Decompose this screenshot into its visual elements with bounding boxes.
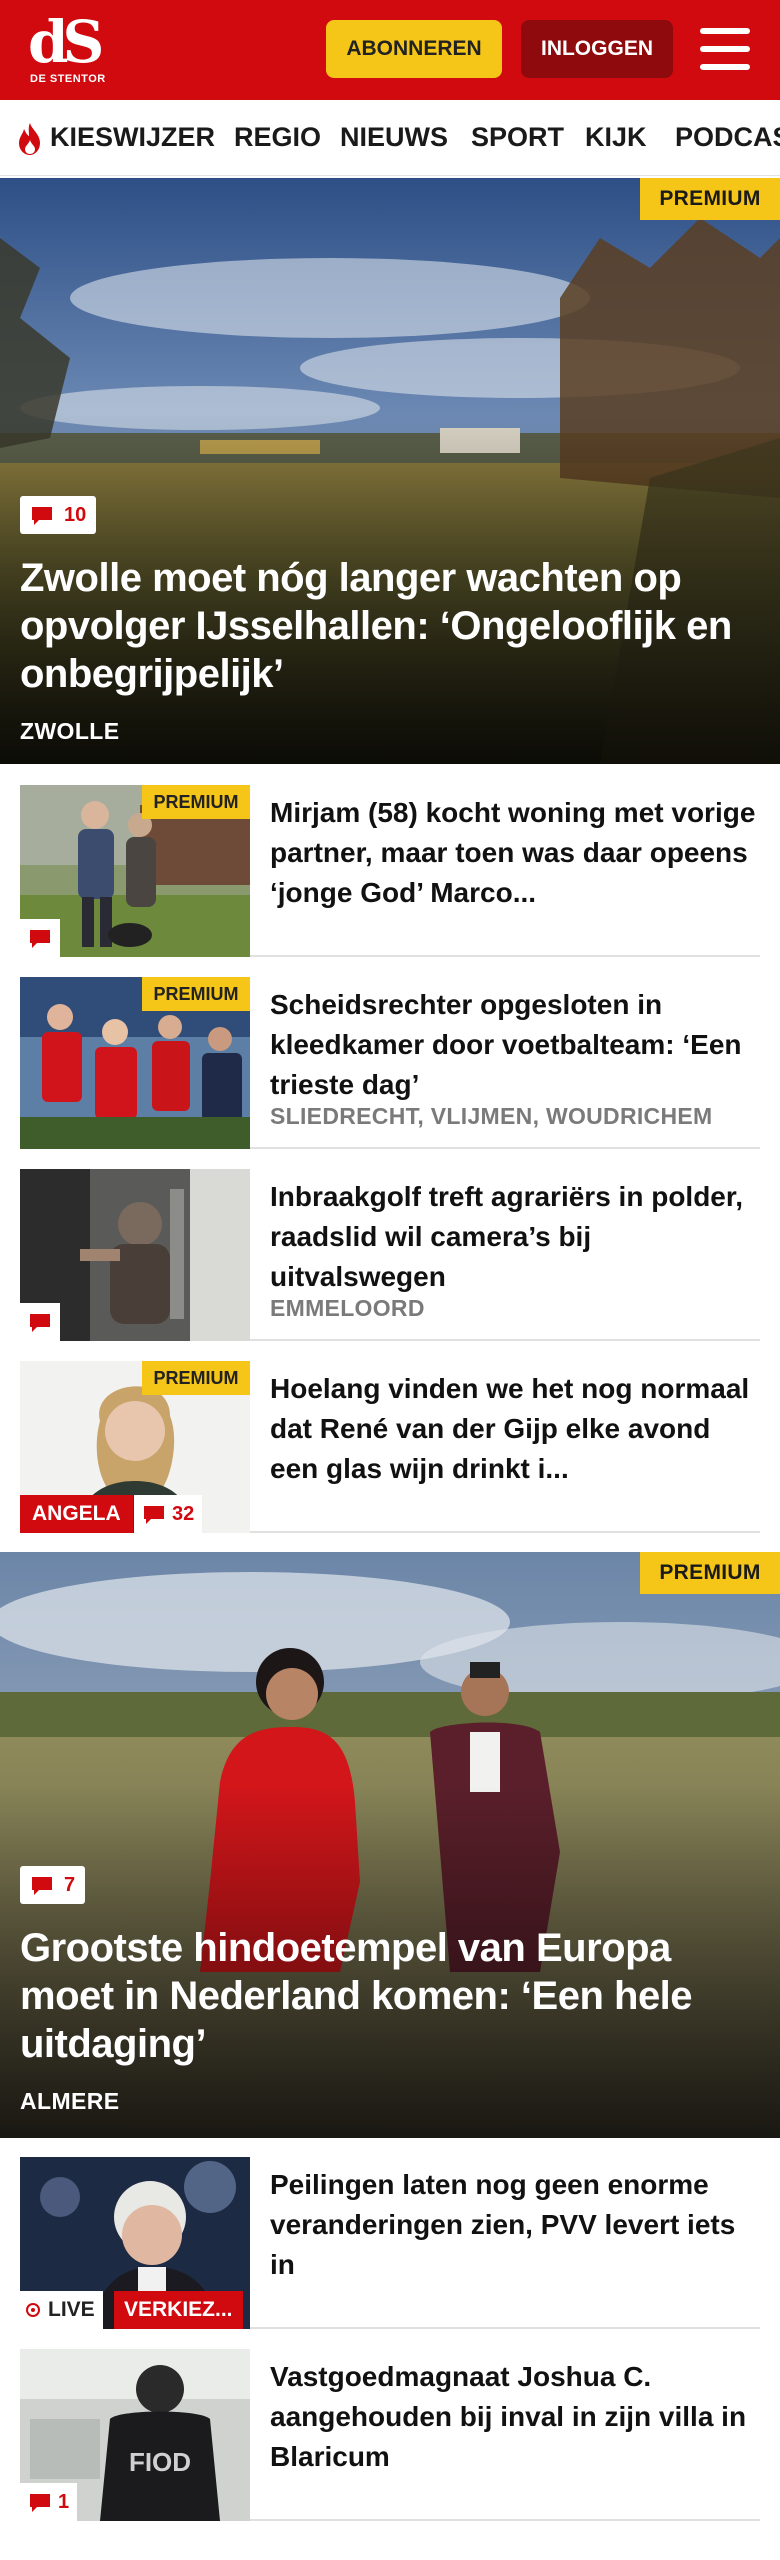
nav-item-sport[interactable]: SPORT: [471, 122, 564, 153]
live-dot-icon: [26, 2303, 40, 2317]
main-navigation: KIESWIJZER REGIO NIEUWS SPORT KIJK PODCA…: [0, 100, 780, 176]
hero-location: ALMERE: [20, 2088, 120, 2114]
top-header: dS DE STENTOR ABONNEREN INLOGGEN: [0, 0, 780, 100]
thumbnail-image-text: FIOD: [129, 2447, 191, 2477]
premium-badge: PREMIUM: [142, 1361, 250, 1395]
article-location: SLIEDRECHT, VLIJMEN, WOUDRICHEM: [270, 1103, 713, 1129]
comment-icon: [30, 505, 54, 525]
premium-badge: PREMIUM: [142, 977, 250, 1011]
comment-count: 7: [64, 1873, 76, 1896]
author-label: ANGELA: [20, 1495, 133, 1533]
hero-title[interactable]: Zwolle moet nóg langer wachten op opvolg…: [20, 554, 750, 698]
comment-count-badge[interactable]: 1: [20, 2483, 78, 2521]
list-item[interactable]: Inbraakgolf treft agrariërs in polder, r…: [20, 1169, 760, 1341]
live-badge: LIVE: [20, 2291, 103, 2329]
comment-count: 10: [64, 503, 87, 526]
article-title[interactable]: Peilingen laten nog geen enorme verander…: [270, 2165, 760, 2285]
nav-item-kieswijzer[interactable]: KIESWIJZER: [50, 122, 215, 153]
comment-count-badge[interactable]: [20, 1303, 60, 1341]
comment-count-badge[interactable]: 7: [20, 1866, 86, 1904]
hero-article-zwolle[interactable]: PREMIUM 10 Zwolle moet nóg langer wachte…: [0, 178, 780, 764]
article-title[interactable]: Inbraakgolf treft agrariërs in polder, r…: [270, 1177, 760, 1297]
premium-badge: PREMIUM: [142, 785, 250, 819]
article-thumbnail: PREMIUM: [20, 785, 250, 957]
comment-icon: [28, 1312, 52, 1332]
comment-icon: [28, 928, 52, 948]
live-label: LIVE: [48, 2298, 95, 2321]
hero-location: ZWOLLE: [20, 718, 120, 744]
article-thumbnail: FIOD 1: [20, 2349, 250, 2521]
nav-item-regio[interactable]: REGIO: [234, 122, 321, 153]
article-thumbnail: LIVE VERKIEZ...: [20, 2157, 250, 2329]
article-thumbnail: PREMIUM ANGELA 32: [20, 1361, 250, 1533]
section-label: VERKIEZ...: [114, 2291, 243, 2329]
hamburger-menu-icon[interactable]: [700, 26, 750, 72]
nav-item-kijk[interactable]: KIJK: [585, 122, 647, 153]
nav-item-nieuws[interactable]: NIEUWS: [340, 122, 448, 153]
comment-icon: [30, 1875, 54, 1895]
flame-icon: [19, 123, 40, 155]
comment-count: 1: [58, 2490, 70, 2513]
article-title[interactable]: Mirjam (58) kocht woning met vorige part…: [270, 793, 760, 913]
comment-count: 32: [172, 1502, 195, 1525]
list-item[interactable]: PREMIUM ANGELA 32 Hoelang vinden we het …: [20, 1361, 760, 1533]
logo-text: dS: [28, 8, 104, 76]
list-item[interactable]: PREMIUM Scheidsrechter opgesloten in kle…: [20, 977, 760, 1149]
nav-item-podcast[interactable]: PODCAS: [675, 122, 780, 153]
article-thumbnail: [20, 1169, 250, 1341]
comment-count-badge[interactable]: 10: [20, 496, 97, 534]
article-title[interactable]: Vastgoedmagnaat Joshua C. aangehouden bi…: [270, 2357, 760, 2477]
comment-count-badge[interactable]: [20, 919, 60, 957]
article-thumbnail: PREMIUM: [20, 977, 250, 1149]
subscribe-button[interactable]: ABONNEREN: [326, 20, 502, 78]
comment-icon: [28, 2492, 52, 2512]
site-logo[interactable]: dS DE STENTOR: [20, 12, 140, 88]
logo-subtitle: DE STENTOR: [30, 73, 106, 85]
article-location: EMMELOORD: [270, 1295, 425, 1321]
login-button[interactable]: INLOGGEN: [521, 20, 673, 78]
premium-badge: PREMIUM: [640, 1552, 780, 1594]
hero-title[interactable]: Grootste hindoetempel van Europa moet in…: [20, 1924, 750, 2068]
comment-icon: [142, 1504, 166, 1524]
comment-count-badge[interactable]: 32: [134, 1495, 203, 1533]
hero-article-almere[interactable]: PREMIUM 7 Grootste hindoetempel van Euro…: [0, 1552, 780, 2138]
list-item[interactable]: PREMIUM Mirjam (58) kocht woning met vor…: [20, 785, 760, 957]
list-item[interactable]: LIVE VERKIEZ... Peilingen laten nog geen…: [20, 2157, 760, 2329]
premium-badge: PREMIUM: [640, 178, 780, 220]
article-title[interactable]: Hoelang vinden we het nog normaal dat Re…: [270, 1369, 760, 1489]
article-title[interactable]: Scheidsrechter opgesloten in kleedkamer …: [270, 985, 760, 1105]
list-item[interactable]: FIOD 1 Vastgoedmagnaat Joshua C. aangeho…: [20, 2349, 760, 2521]
